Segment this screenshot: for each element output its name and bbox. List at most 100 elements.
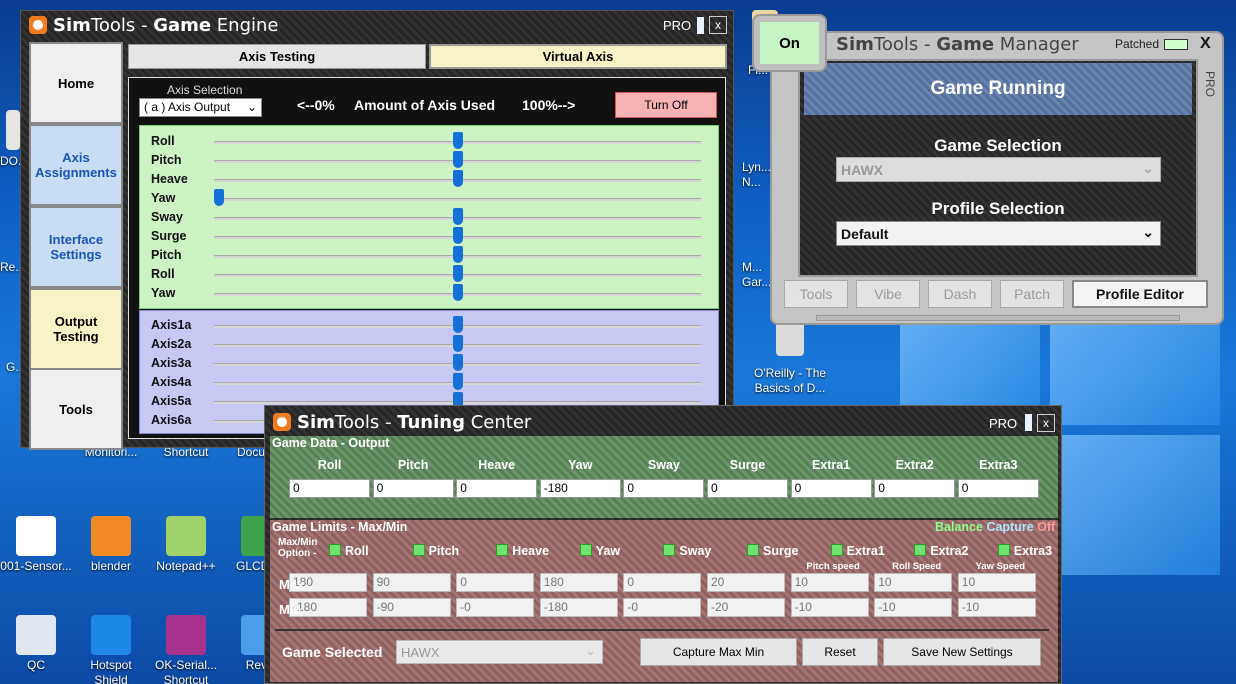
slider-thumb[interactable] [452,208,463,225]
min-value-field[interactable]: -10 [790,598,869,617]
output-value-field[interactable]: 0 [874,479,956,498]
nav-home-button[interactable]: Home [29,42,123,124]
desktop-icon-oreilly[interactable]: O'Reilly - The Basics of D... [745,318,835,396]
min-value-field[interactable]: -180 [539,598,618,617]
output-value-field[interactable]: 0 [790,479,872,498]
slider-thumb[interactable] [452,151,463,168]
desktop-icon-do[interactable]: DO... [0,110,28,169]
profile-selection-dropdown[interactable]: Default ⌄ [836,221,1161,246]
close-button[interactable]: x [1037,414,1055,432]
slider-thumb[interactable] [452,354,463,371]
nav-output-testing-button[interactable]: Output Testing [29,288,123,370]
desktop-icon[interactable]: 001-Sensor... [0,516,72,574]
save-new-settings-button[interactable]: Save New Settings [883,638,1041,666]
min-value-field[interactable]: -10 [957,598,1036,617]
output-value-field[interactable]: 0 [707,479,788,498]
desktop-icon[interactable]: blender [75,516,147,574]
game-selection-dropdown[interactable]: HAWX ⌄ [836,157,1161,182]
min-value-field[interactable]: -20 [707,598,785,617]
slider-thumb[interactable] [452,284,463,301]
max-value-field[interactable]: 20 [707,573,785,592]
on-button[interactable]: On [752,14,827,72]
slider-track[interactable] [214,198,701,201]
axis-slider-row: Axis4a [140,373,718,392]
slider-thumb[interactable] [452,265,463,282]
nav-interface-settings-button[interactable]: Interface Settings [29,206,123,288]
min-value-field[interactable]: -0 [623,598,702,617]
limit-checkbox[interactable]: Extra1 [830,544,885,558]
reset-button[interactable]: Reset [802,638,878,666]
min-value-field[interactable]: -0 [456,598,535,617]
amount-right-label: 100%--> [522,97,576,113]
pro-toggle[interactable] [1025,414,1032,431]
limit-checkbox[interactable]: Pitch [412,544,459,558]
limit-checkbox[interactable]: Heave [496,544,549,558]
nav-tools-button[interactable]: Tools [29,368,123,450]
limit-checkbox[interactable]: Yaw [579,544,620,558]
pro-toggle[interactable] [697,17,704,34]
axis-slider-row: Yaw [140,284,720,303]
nav-axis-assignments-button[interactable]: Axis Assignments [29,124,123,206]
close-button[interactable]: x [709,16,727,34]
desktop-icon-re[interactable]: Re... [0,260,25,275]
checkbox-icon[interactable] [663,544,676,556]
checkbox-icon[interactable] [830,544,843,556]
slider-thumb[interactable] [452,316,463,333]
output-value-field[interactable]: 0 [623,479,705,498]
checkbox-icon[interactable] [329,544,341,556]
limit-checkbox[interactable]: Surge [747,544,798,558]
turn-off-button[interactable]: Turn Off [615,92,717,118]
limit-checkbox[interactable]: Extra3 [997,544,1052,558]
checkbox-icon[interactable] [747,544,759,556]
vibe-button[interactable]: Vibe [856,280,920,308]
min-value-field[interactable]: -90 [372,598,451,617]
game-data-label: Game Data - Output [272,436,390,450]
desktop-icon[interactable]: Notepad++ [150,516,222,574]
capture-max-min-button[interactable]: Capture Max Min [640,638,797,666]
checkbox-icon[interactable] [496,544,509,556]
slider-thumb[interactable] [452,373,463,390]
dash-button[interactable]: Dash [928,280,992,308]
slider-thumb[interactable] [452,170,463,187]
tools-button[interactable]: Tools [784,280,848,308]
max-value-field[interactable]: 10 [790,573,869,592]
checkbox-icon[interactable] [997,544,1010,556]
max-value-field[interactable]: 10 [957,573,1036,592]
desktop-icon[interactable]: OK-Serial... Shortcut [150,615,222,684]
desktop-icon[interactable]: Hotspot Shield [75,615,147,684]
limit-checkbox[interactable]: Sway [663,544,711,558]
slider-thumb[interactable] [452,335,463,352]
checkbox-icon[interactable] [579,544,592,556]
patch-button[interactable]: Patch [1000,280,1064,308]
game-selected-dropdown[interactable]: HAWX ⌄ [396,640,603,664]
axis-selection-dropdown[interactable]: ( a ) Axis Output ⌄ [139,98,262,117]
max-value-field[interactable]: 90 [372,573,451,592]
max-value-field[interactable]: 10 [874,573,953,592]
output-value-field[interactable]: 0 [372,479,454,498]
profile-editor-button[interactable]: Profile Editor [1072,280,1208,308]
tab-axis-testing[interactable]: Axis Testing [128,44,426,69]
output-value-field[interactable]: 0 [456,479,538,498]
slider-thumb[interactable] [214,189,224,206]
axis-slider-row: Axis1a [140,316,718,335]
close-button[interactable]: X [1200,35,1211,53]
slider-thumb[interactable] [452,246,463,263]
limit-checkbox[interactable]: Extra2 [914,544,968,558]
desktop-icon[interactable]: QC [0,615,72,673]
checkbox-icon[interactable] [914,544,927,556]
chevron-down-icon: ⌄ [1142,224,1154,240]
output-value-field[interactable]: 0 [957,479,1039,498]
max-value-field[interactable]: 0 [456,573,535,592]
chevron-down-icon: ⌄ [246,100,257,114]
slider-thumb[interactable] [452,132,463,149]
checkbox-icon[interactable] [412,544,425,556]
min-value-field[interactable]: -10 [874,598,953,617]
output-value-field[interactable]: -180 [539,479,621,498]
tab-virtual-axis[interactable]: Virtual Axis [429,44,727,69]
column-header: Roll [317,458,342,472]
slider-thumb[interactable] [452,227,463,244]
max-value-field[interactable]: 180 [539,573,618,592]
output-value-field[interactable]: 0 [289,479,370,498]
max-value-field[interactable]: 0 [623,573,702,592]
limit-checkbox[interactable]: Roll [329,544,369,558]
